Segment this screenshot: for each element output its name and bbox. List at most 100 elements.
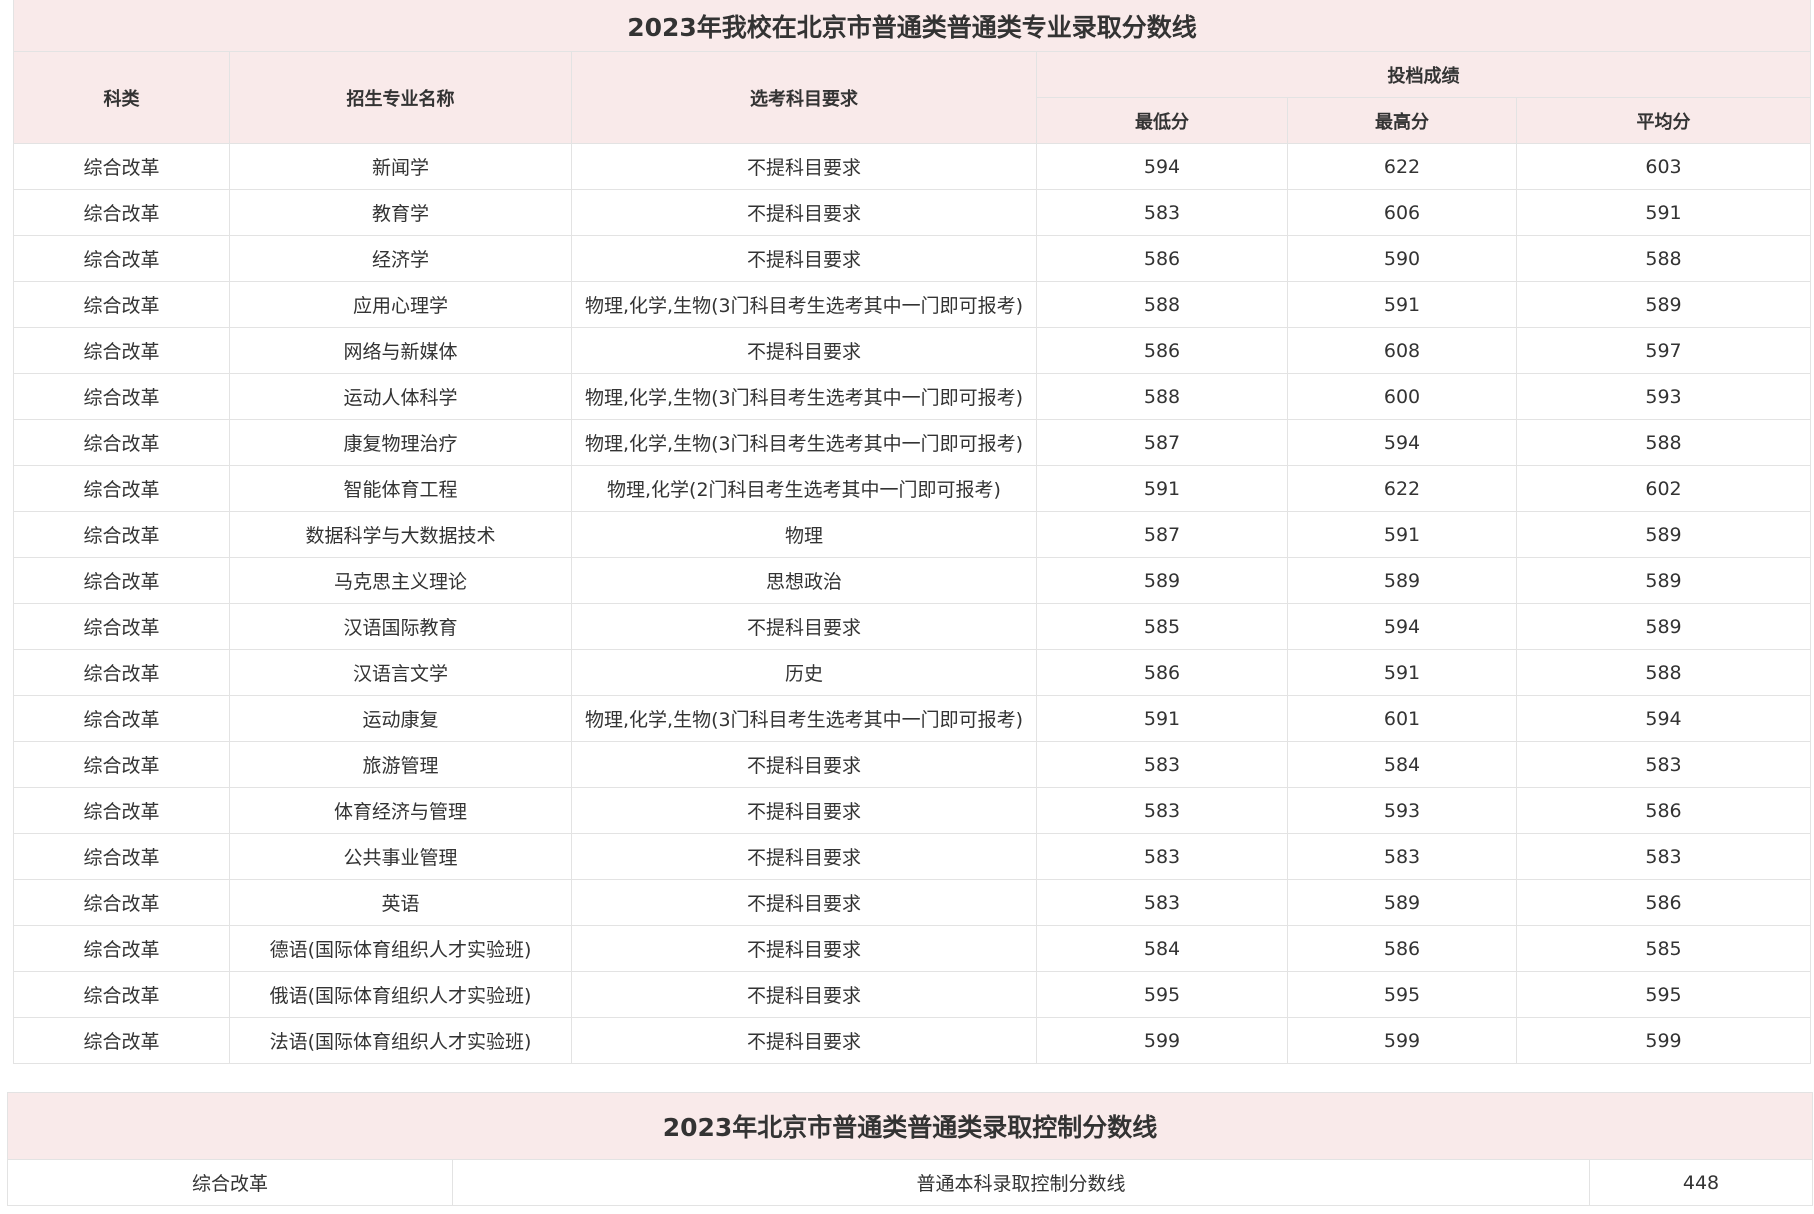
cell-min-score: 591 (1036, 465, 1288, 512)
header-max-score: 最高分 (1287, 97, 1517, 144)
admission-score-section: 2023年我校在北京市普通类普通类专业录取分数线 科类 招生专业名称 选考科目要… (12, 0, 1812, 1064)
cell-max-score: 583 (1287, 833, 1517, 880)
cell-max-score: 595 (1287, 971, 1517, 1018)
cell-major: 网络与新媒体 (229, 327, 572, 374)
header-avg-score: 平均分 (1515, 97, 1812, 144)
cell-control-label: 普通本科录取控制分数线 (452, 1159, 1590, 1206)
table-row: 综合改革 智能体育工程 物理,化学(2门科目考生选考其中一门即可报考) 591 622 6… (13, 465, 1812, 512)
cell-major: 数据科学与大数据技术 (229, 511, 572, 558)
cell-major: 教育学 (229, 189, 572, 236)
cell-subjects: 不提科目要求 (571, 879, 1037, 926)
table-row: 综合改革 运动人体科学 物理,化学,生物(3门科目考生选考其中一门即可报考) 588 6… (13, 373, 1812, 420)
cell-avg-score: 589 (1515, 281, 1812, 328)
cell-avg-score: 588 (1515, 235, 1812, 282)
cell-subjects: 物理,化学,生物(3门科目考生选考其中一门即可报考) (571, 695, 1037, 742)
cell-major: 旅游管理 (229, 741, 572, 788)
cell-major: 体育经济与管理 (229, 787, 572, 834)
cell-subjects: 不提科目要求 (571, 971, 1037, 1018)
cell-min-score: 591 (1036, 695, 1288, 742)
cell-min-score: 594 (1036, 143, 1288, 190)
cell-max-score: 601 (1287, 695, 1517, 742)
table-row: 综合改革 汉语国际教育 不提科目要求 585 594 589 (13, 603, 1812, 650)
cell-category: 综合改革 (13, 143, 230, 190)
cell-major: 智能体育工程 (229, 465, 572, 512)
cell-category: 综合改革 (13, 281, 230, 328)
cell-min-score: 588 (1036, 373, 1288, 420)
cell-max-score: 594 (1287, 603, 1517, 650)
cell-min-score: 583 (1036, 189, 1288, 236)
cell-category: 综合改革 (13, 419, 230, 466)
cell-max-score: 600 (1287, 373, 1517, 420)
cell-max-score: 606 (1287, 189, 1517, 236)
cell-max-score: 622 (1287, 465, 1517, 512)
cell-subjects: 不提科目要求 (571, 189, 1037, 236)
table-row: 综合改革 旅游管理 不提科目要求 583 584 583 (13, 741, 1812, 788)
cell-category: 综合改革 (13, 557, 230, 604)
cell-min-score: 583 (1036, 833, 1288, 880)
cell-subjects: 不提科目要求 (571, 833, 1037, 880)
cell-major: 英语 (229, 879, 572, 926)
table-row: 综合改革 德语(国际体育组织人才实验班) 不提科目要求 584 586 585 (13, 925, 1812, 972)
cell-major: 公共事业管理 (229, 833, 572, 880)
cell-avg-score: 594 (1515, 695, 1812, 742)
cell-category: 综合改革 (13, 1017, 230, 1064)
cell-max-score: 594 (1287, 419, 1517, 466)
cell-max-score: 590 (1287, 235, 1517, 282)
control-table-title: 2023年北京市普通类普通类录取控制分数线 (6, 1092, 1814, 1160)
cell-subjects: 不提科目要求 (571, 1017, 1037, 1064)
cell-min-score: 587 (1036, 419, 1288, 466)
cell-min-score: 583 (1036, 741, 1288, 788)
cell-category: 综合改革 (13, 925, 230, 972)
cell-major: 应用心理学 (229, 281, 572, 328)
table-body: 综合改革 新闻学 不提科目要求 594 622 603 综合改革 教育学 不提科目要求 583 60… (13, 143, 1812, 1064)
cell-avg-score: 586 (1515, 787, 1812, 834)
cell-subjects: 物理 (571, 511, 1037, 558)
cell-subjects: 不提科目要求 (571, 327, 1037, 374)
table-row: 综合改革 教育学 不提科目要求 583 606 591 (13, 189, 1812, 236)
cell-avg-score: 602 (1515, 465, 1812, 512)
cell-min-score: 583 (1036, 879, 1288, 926)
cell-avg-score: 588 (1515, 649, 1812, 696)
cell-max-score: 599 (1287, 1017, 1517, 1064)
cell-major: 康复物理治疗 (229, 419, 572, 466)
header-min-score: 最低分 (1036, 97, 1288, 144)
table-row: 综合改革 俄语(国际体育组织人才实验班) 不提科目要求 595 595 595 (13, 971, 1812, 1018)
table-row: 综合改革 网络与新媒体 不提科目要求 586 608 597 (13, 327, 1812, 374)
cell-min-score: 589 (1036, 557, 1288, 604)
cell-major: 德语(国际体育组织人才实验班) (229, 925, 572, 972)
cell-category: 综合改革 (13, 787, 230, 834)
cell-max-score: 591 (1287, 649, 1517, 696)
cell-avg-score: 589 (1515, 603, 1812, 650)
cell-min-score: 585 (1036, 603, 1288, 650)
table-row: 综合改革 汉语言文学 历史 586 591 588 (13, 649, 1812, 696)
cell-max-score: 589 (1287, 557, 1517, 604)
cell-max-score: 593 (1287, 787, 1517, 834)
cell-min-score: 599 (1036, 1017, 1288, 1064)
cell-major: 运动康复 (229, 695, 572, 742)
cell-avg-score: 586 (1515, 879, 1812, 926)
table-title: 2023年我校在北京市普通类普通类专业录取分数线 (12, 0, 1812, 52)
table-row: 综合改革 普通本科录取控制分数线 448 (7, 1159, 1814, 1206)
cell-subjects: 不提科目要求 (571, 787, 1037, 834)
cell-max-score: 589 (1287, 879, 1517, 926)
control-score-table: 2023年北京市普通类普通类录取控制分数线 综合改革 普通本科录取控制分数线 4… (6, 1092, 1814, 1206)
cell-max-score: 586 (1287, 925, 1517, 972)
cell-major: 汉语言文学 (229, 649, 572, 696)
cell-avg-score: 583 (1515, 833, 1812, 880)
table-row: 综合改革 体育经济与管理 不提科目要求 583 593 586 (13, 787, 1812, 834)
cell-avg-score: 591 (1515, 189, 1812, 236)
cell-subjects: 物理,化学(2门科目考生选考其中一门即可报考) (571, 465, 1037, 512)
table-row: 综合改革 公共事业管理 不提科目要求 583 583 583 (13, 833, 1812, 880)
cell-avg-score: 589 (1515, 557, 1812, 604)
cell-avg-score: 595 (1515, 971, 1812, 1018)
cell-min-score: 586 (1036, 327, 1288, 374)
cell-min-score: 586 (1036, 235, 1288, 282)
cell-min-score: 583 (1036, 787, 1288, 834)
cell-subjects: 不提科目要求 (571, 143, 1037, 190)
header-major: 招生专业名称 (229, 51, 572, 144)
cell-avg-score: 585 (1515, 925, 1812, 972)
cell-category: 综合改革 (13, 695, 230, 742)
cell-category: 综合改革 (13, 327, 230, 374)
table-row: 综合改革 经济学 不提科目要求 586 590 588 (13, 235, 1812, 282)
cell-category: 综合改革 (13, 833, 230, 880)
